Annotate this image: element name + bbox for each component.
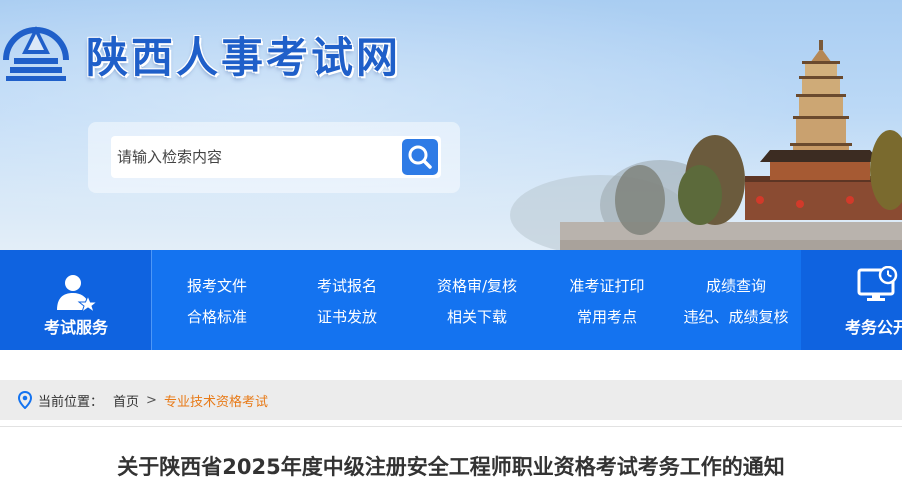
nav-link-exam-documents[interactable]: 报考文件 [187,275,247,296]
monitor-clock-icon [857,266,898,301]
exam-affairs-public-section[interactable]: 考务公开 [801,250,902,350]
breadcrumb: 当前位置： 首页 > 专业技术资格考试 [18,390,268,410]
location-pin-icon [18,391,32,409]
breadcrumb-home-link[interactable]: 首页 [113,391,139,410]
nav-link-qualification-review[interactable]: 资格审/复核 [437,275,517,296]
nav-link-certificate-issuance[interactable]: 证书发放 [317,306,377,327]
search-button[interactable] [402,139,438,175]
nav-link-pass-standard[interactable]: 合格标准 [187,306,247,327]
exam-service-section[interactable]: 考试服务 [0,250,152,350]
site-logo-icon [3,26,69,81]
nav-link-exam-registration[interactable]: 考试报名 [317,275,377,296]
main-nav: 考试服务 报考文件 考试报名 资格审/复核 准考证打印 成绩查询 合格标准 证书… [0,250,902,350]
nav-link-admission-ticket[interactable]: 准考证打印 [569,275,644,296]
article-title: 关于陕西省2025年度中级注册安全工程师职业资格考试考务工作的通知 [117,455,785,479]
nav-link-violation-score-review[interactable]: 违纪、成绩复核 [683,306,788,327]
breadcrumb-prefix: 当前位置： [38,394,104,410]
breadcrumb-bar: 当前位置： 首页 > 专业技术资格考试 [0,380,902,420]
article-content: 关于陕西省2025年度中级注册安全工程师职业资格考试考务工作的通知 [0,426,902,488]
search-icon [408,145,432,169]
search-box [111,136,441,178]
nav-link-score-query[interactable]: 成绩查询 [706,275,766,296]
exam-service-label: 考试服务 [43,318,108,337]
breadcrumb-separator: > [146,392,157,408]
exam-affairs-public-label: 考务公开 [845,318,902,337]
nav-link-exam-venues[interactable]: 常用考点 [577,306,637,327]
nav-link-downloads[interactable]: 相关下载 [447,306,507,327]
search-input[interactable] [111,136,399,178]
breadcrumb-current-link[interactable]: 专业技术资格考试 [164,391,268,410]
site-title: 陕西人事考试网 [86,33,402,82]
user-service-icon [57,275,97,312]
